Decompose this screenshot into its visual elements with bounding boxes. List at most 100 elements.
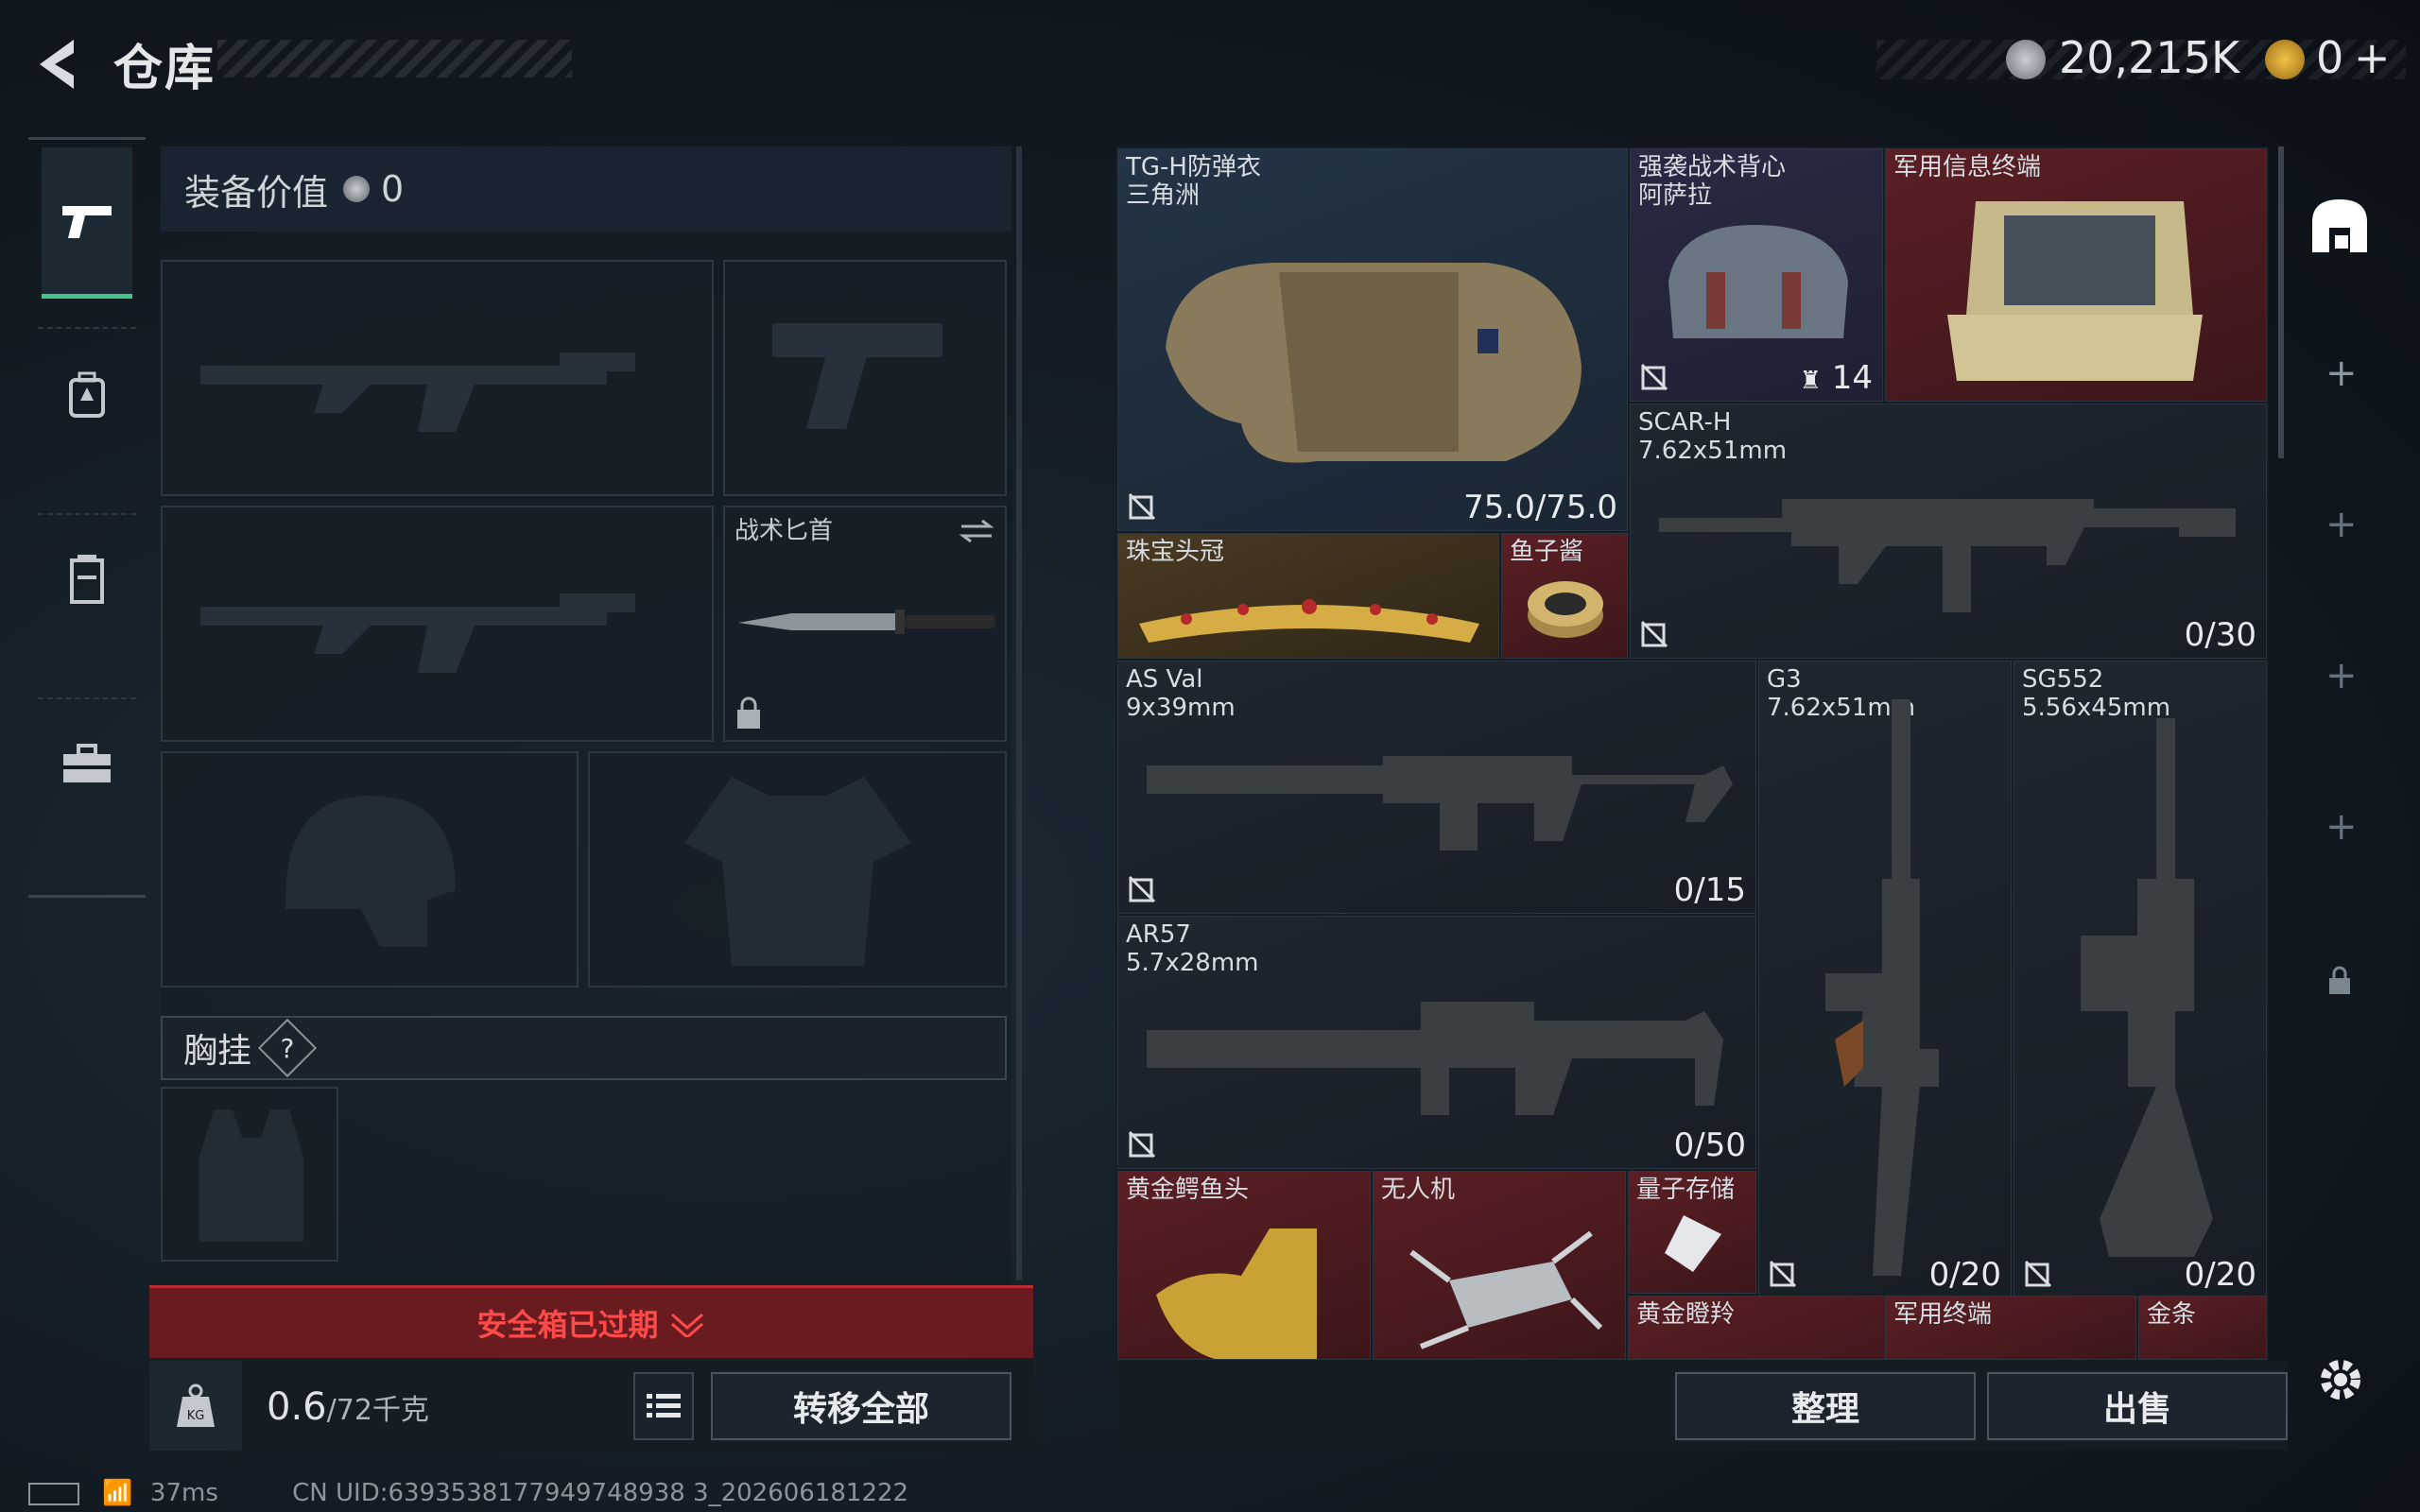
safe-box-expired-banner[interactable]: 安全箱已过期	[149, 1285, 1033, 1358]
stash-item-terminal[interactable]: 军用信息终端	[1885, 148, 2267, 402]
stash-item-croc[interactable]: 黄金鳄鱼头	[1117, 1171, 1371, 1360]
sidebar-item-case[interactable]	[42, 702, 132, 825]
weight-capacity: /72千克	[326, 1394, 429, 1427]
svg-text:KG: KG	[187, 1409, 205, 1423]
storage-device-icon	[1665, 1215, 1721, 1272]
chest-rig-header: 胸挂 ?	[161, 1016, 1007, 1080]
helmet-silhouette-icon	[285, 796, 456, 947]
add-page-icon[interactable]: +	[2325, 808, 2358, 846]
secondary-weapon-slot[interactable]	[161, 506, 714, 742]
info-terminal-icon	[1947, 201, 2203, 381]
rifle-icon	[1659, 499, 2236, 612]
body-armor-silhouette-icon	[684, 777, 911, 966]
stash-item-quantum[interactable]: 量子存储	[1628, 1171, 1756, 1294]
item-name: AR57	[1126, 920, 1191, 949]
sidearm-slot[interactable]	[723, 260, 1007, 496]
stash-item-milterm[interactable]: 军用终端	[1885, 1296, 2136, 1360]
chest-rig-silhouette-icon	[199, 1109, 303, 1242]
ping-text: 37ms	[149, 1479, 218, 1507]
stash-item-caviar[interactable]: 鱼子酱	[1501, 533, 1628, 659]
item-durability: 75.0/75.0	[1463, 489, 1617, 526]
rifle-icon	[1147, 1002, 1723, 1115]
helmet-slot[interactable]	[161, 751, 579, 988]
list-icon	[647, 1394, 681, 1418]
pistol-silhouette-icon	[772, 323, 942, 429]
add-page-icon[interactable]: +	[2325, 657, 2358, 695]
battery-icon	[28, 1482, 79, 1505]
stash-item-scarh[interactable]: SCAR-H 7.62x51mm 0/30	[1630, 404, 2267, 659]
transfer-all-button[interactable]: 转移全部	[711, 1372, 1011, 1440]
backpack-icon	[69, 371, 105, 418]
add-page-icon[interactable]: +	[2325, 354, 2358, 392]
chest-rig-label: 胸挂	[183, 1032, 252, 1071]
equipment-value-bar: 装备价值 0	[161, 146, 1011, 232]
stash-item-vest[interactable]: 强袭战术背心 阿萨拉 ♜ 14	[1630, 148, 1883, 402]
stash-item-drone[interactable]: 无人机	[1373, 1171, 1626, 1360]
uid-text: CN UID:6393538177949748938 3_20260618122…	[292, 1479, 909, 1507]
rifle-silhouette-icon	[200, 593, 635, 673]
swap-icon[interactable]	[958, 517, 995, 545]
primary-weapon-slot[interactable]	[161, 260, 714, 496]
item-name: 金条	[2147, 1300, 2197, 1329]
left-scrollbar[interactable]	[1016, 146, 1022, 1280]
rifle-silhouette-icon	[200, 352, 635, 432]
gear-icon[interactable]	[2312, 1351, 2369, 1408]
weight-icon-box: KG	[149, 1361, 242, 1451]
item-ammo: 0/50	[1673, 1126, 1746, 1164]
item-ammo: 0/30	[2184, 616, 2256, 654]
knife-slot[interactable]: 战术匕首	[723, 506, 1007, 742]
stash-item-goldbar[interactable]: 金条	[2138, 1296, 2267, 1360]
drone-icon	[1409, 1230, 1603, 1349]
item-name: TG-H防弹衣	[1126, 153, 1261, 181]
gold-croc-head-icon	[1156, 1228, 1317, 1359]
back-arrow-icon[interactable]	[28, 34, 85, 94]
stash-item-crown[interactable]: 珠宝头冠	[1117, 533, 1499, 659]
no-insure-icon	[2024, 1260, 2052, 1288]
item-name: 强袭战术背心	[1638, 153, 1787, 181]
durability-icon: ♜	[1799, 367, 1822, 395]
item-count: ♜ 14	[1799, 359, 1873, 397]
status-bar: 📶 37ms CN UID:6393538177949748938 3_2026…	[28, 1479, 908, 1507]
stash-scrollbar[interactable]	[2278, 146, 2284, 458]
chest-rig-slot[interactable]	[161, 1087, 338, 1262]
item-name: 珠宝头冠	[1126, 538, 1225, 566]
sidebar-item-backpack[interactable]	[42, 334, 132, 456]
item-name: 无人机	[1381, 1176, 1456, 1204]
stash-item-g3[interactable]: G3 7.62x51mm 0/20	[1758, 661, 2012, 1298]
knife-label: 战术匕首	[735, 517, 834, 545]
item-name: 黄金瞪羚	[1636, 1300, 1736, 1329]
item-ammo: 0/20	[1928, 1256, 2001, 1294]
safe-box-text: 安全箱已过期	[476, 1307, 659, 1343]
stash-item-ar57[interactable]: AR57 5.7x28mm 0/50	[1117, 916, 1756, 1169]
item-name: 量子存储	[1636, 1176, 1736, 1204]
jewel-crown-icon	[1139, 599, 1479, 643]
weight-display: 0.6/72千克	[267, 1385, 429, 1429]
armor-slot[interactable]	[588, 751, 1007, 988]
lock-icon	[2329, 966, 2350, 994]
sell-button[interactable]: 出售	[1987, 1372, 2288, 1440]
knife-icon	[738, 610, 995, 634]
item-name: SCAR-H	[1638, 408, 1732, 437]
add-currency-button[interactable]: +	[2354, 32, 2391, 83]
no-insure-icon	[1128, 875, 1156, 903]
sort-button[interactable]: 整理	[1675, 1372, 1976, 1440]
stash-home-icon[interactable]	[2307, 194, 2373, 260]
gold-coin-icon	[2265, 40, 2305, 79]
help-icon[interactable]: ?	[257, 1018, 318, 1078]
body-armor-icon	[1166, 263, 1582, 463]
sidebar-item-weapons[interactable]	[42, 147, 132, 299]
stash-item-asval[interactable]: AS Val 9x39mm 0/15	[1117, 661, 1756, 914]
equipment-value-label: 装备价值	[184, 171, 329, 214]
stash-item-tgh[interactable]: TG-H防弹衣 三角洲 75.0/75.0	[1117, 148, 1628, 531]
add-page-icon[interactable]: +	[2325, 506, 2358, 543]
sidebar-item-armor[interactable]	[42, 518, 132, 641]
title-decoration	[217, 40, 572, 77]
list-view-button[interactable]	[633, 1372, 694, 1440]
item-name: 黄金鳄鱼头	[1126, 1176, 1250, 1204]
tactical-vest-icon	[1668, 225, 1848, 338]
stash-item-sg552[interactable]: SG552 5.56x45mm 0/20	[2014, 661, 2267, 1298]
stash-grid: TG-H防弹衣 三角洲 75.0/75.0 强袭战术背心 阿萨拉 ♜ 14 军用信息…	[1115, 146, 2269, 1361]
silver-coin-icon	[2006, 40, 2046, 79]
currency-silver: 20,215K	[2059, 32, 2240, 83]
briefcase-icon	[63, 744, 111, 782]
